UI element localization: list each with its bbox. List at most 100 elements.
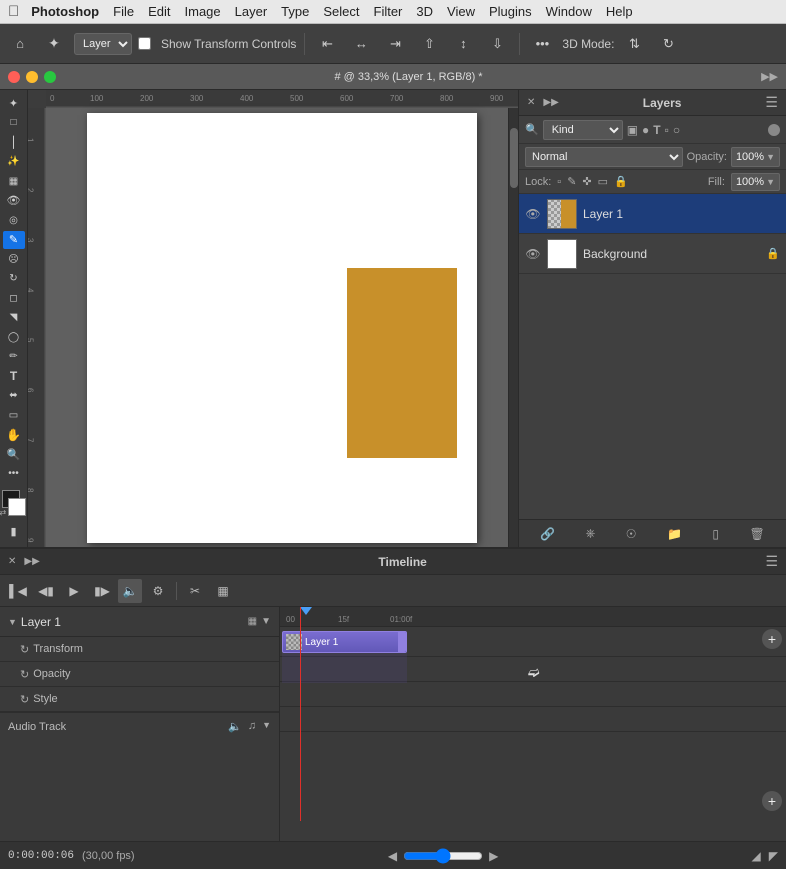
shape-tool-button[interactable]: ▭ — [3, 406, 25, 425]
menu-filter[interactable]: Filter — [374, 4, 403, 19]
pixel-filter-icon[interactable]: ▣ — [627, 123, 638, 137]
adjustments-filter-icon[interactable]: ● — [642, 123, 649, 137]
menu-edit[interactable]: Edit — [148, 4, 170, 19]
background-color[interactable] — [8, 498, 26, 516]
align-center-h-button[interactable]: ↔ — [347, 30, 375, 58]
tl-grid-icon[interactable]: ▦ — [248, 616, 257, 627]
move-tool[interactable]: ✦ — [40, 30, 68, 58]
go-to-start-button[interactable]: ▌◀ — [6, 579, 30, 603]
menu-plugins[interactable]: Plugins — [489, 4, 532, 19]
split-at-playhead-button[interactable]: ✂ — [183, 579, 207, 603]
timeline-collapse-icon[interactable]: ▶▶ — [24, 556, 39, 567]
filter-toggle[interactable] — [768, 124, 780, 136]
new-layer-icon[interactable]: ▯ — [712, 527, 719, 541]
blend-mode-select[interactable]: Normal — [525, 147, 683, 167]
selection-tool-button[interactable]: □ — [3, 114, 25, 133]
history-brush-button[interactable]: ↻ — [3, 270, 25, 289]
menu-photoshop[interactable]: Photoshop — [31, 4, 99, 19]
lock-transparent-icon[interactable]: ▫ — [557, 176, 561, 188]
eraser-button[interactable]: ◻ — [3, 289, 25, 308]
audio-playback-button[interactable]: 🔈 — [118, 579, 142, 603]
zoom-tool-button[interactable]: 🔍 — [3, 445, 25, 464]
timeline-close-icon[interactable]: ✕ — [8, 556, 16, 567]
menu-file[interactable]: File — [113, 4, 134, 19]
new-group-icon[interactable]: 📁 — [667, 527, 682, 541]
dodge-tool-button[interactable]: ◯ — [3, 328, 25, 347]
audio-options-arrow[interactable]: ▼ — [262, 720, 271, 733]
crop-tool-button[interactable]: ▦ — [3, 172, 25, 191]
home-button[interactable]: ⌂ — [6, 30, 34, 58]
opacity-control[interactable]: 100% ▼ — [731, 147, 780, 167]
tl-layer-options-icon[interactable]: ▼ — [261, 616, 271, 627]
scrollbar-thumb-v[interactable] — [510, 128, 518, 188]
hand-tool-button[interactable]: ✋ — [3, 426, 25, 445]
more-tools-button[interactable]: ••• — [3, 465, 25, 484]
menu-image[interactable]: Image — [185, 4, 221, 19]
show-transform-checkbox[interactable] — [138, 37, 151, 50]
quick-mask-button[interactable]: ▮ — [3, 522, 25, 541]
panel-close-icon[interactable]: ✕ — [527, 97, 535, 108]
layer1-visibility-icon[interactable]: 👁 — [525, 207, 541, 221]
brush-tool-button[interactable]: ✎ — [3, 231, 25, 250]
transform-reset-icon[interactable]: ↻ — [20, 643, 29, 656]
align-left-button[interactable]: ⇤ — [313, 30, 341, 58]
style-reset-icon[interactable]: ↻ — [20, 693, 29, 706]
kind-filter-select[interactable]: Kind — [543, 120, 623, 140]
3d-mode-icon[interactable]: ⇅ — [620, 30, 648, 58]
menu-layer[interactable]: Layer — [235, 4, 268, 19]
timeline-menu-icon[interactable]: ☰ — [765, 553, 778, 570]
magic-wand-button[interactable]: ✨ — [3, 153, 25, 172]
layers-menu-icon[interactable]: ☰ — [765, 94, 778, 111]
timeline-footer-icon1[interactable]: ◢ — [752, 849, 761, 863]
vertical-scrollbar[interactable] — [508, 108, 518, 547]
type-tool-button[interactable]: T — [3, 367, 25, 386]
zoom-out-button[interactable]: ◀ — [388, 849, 397, 863]
lock-artboard-icon[interactable]: ▭ — [598, 175, 608, 188]
timeline-footer-icon2[interactable]: ◤ — [769, 849, 778, 863]
background-visibility-icon[interactable]: 👁 — [525, 247, 541, 261]
audio-add-icon[interactable]: ♫ — [248, 720, 256, 733]
lock-position-icon[interactable]: ✜ — [582, 175, 591, 188]
lasso-tool-button[interactable]: ⎪ — [3, 133, 25, 152]
audio-speaker-icon[interactable]: 🔈 — [228, 720, 242, 733]
menu-view[interactable]: View — [447, 4, 475, 19]
layer-item-background[interactable]: 👁 Background 🔒 — [519, 234, 786, 274]
align-bottom-button[interactable]: ⇩ — [483, 30, 511, 58]
path-select-button[interactable]: ⬌ — [3, 387, 25, 406]
layer-link-icon[interactable]: 🔗 — [540, 527, 555, 541]
fill-control[interactable]: 100% ▼ — [731, 173, 780, 191]
delete-layer-icon[interactable]: 🗑 — [749, 527, 764, 541]
step-forward-button[interactable]: ▮▶ — [90, 579, 114, 603]
add-style-icon[interactable]: ⎈ — [586, 526, 596, 541]
opacity-dropdown-arrow[interactable]: ▼ — [766, 152, 775, 162]
add-audio-button[interactable]: + — [762, 791, 782, 811]
playhead-head[interactable] — [300, 607, 312, 615]
menu-type[interactable]: Type — [281, 4, 309, 19]
spot-heal-button[interactable]: ◎ — [3, 211, 25, 230]
rotate-icon[interactable]: ↻ — [654, 30, 682, 58]
fill-dropdown-arrow[interactable]: ▼ — [766, 177, 775, 187]
add-mask-icon[interactable]: ☉ — [626, 527, 637, 541]
panel-collapse-right[interactable]: ▶▶ — [761, 70, 778, 83]
menu-window[interactable]: Window — [546, 4, 592, 19]
maximize-button[interactable] — [44, 71, 56, 83]
pen-tool-button[interactable]: ✏ — [3, 348, 25, 367]
move-tool-button[interactable]: ✦ — [3, 94, 25, 113]
shape-filter-icon[interactable]: ▫ — [665, 123, 669, 137]
eyedropper-button[interactable]: 👁 — [3, 192, 25, 211]
layer-dropdown[interactable]: Layer — [74, 33, 132, 55]
gradient-button[interactable]: ◥ — [3, 309, 25, 328]
add-track-button[interactable]: + — [762, 629, 782, 649]
timeline-settings-button[interactable]: ⚙ — [146, 579, 170, 603]
type-filter-icon[interactable]: T — [653, 123, 660, 137]
clip-end-marker[interactable] — [398, 632, 406, 652]
menu-3d[interactable]: 3D — [416, 4, 433, 19]
panel-collapse-icon[interactable]: ▶▶ — [543, 97, 558, 108]
minimize-button[interactable] — [26, 71, 38, 83]
swap-colors-icon[interactable]: ⇄ — [0, 508, 6, 517]
opacity-reset-icon[interactable]: ↻ — [20, 668, 29, 681]
smart-filter-icon[interactable]: ○ — [673, 123, 680, 137]
align-top-button[interactable]: ⇧ — [415, 30, 443, 58]
align-right-button[interactable]: ⇥ — [381, 30, 409, 58]
align-middle-v-button[interactable]: ↕ — [449, 30, 477, 58]
